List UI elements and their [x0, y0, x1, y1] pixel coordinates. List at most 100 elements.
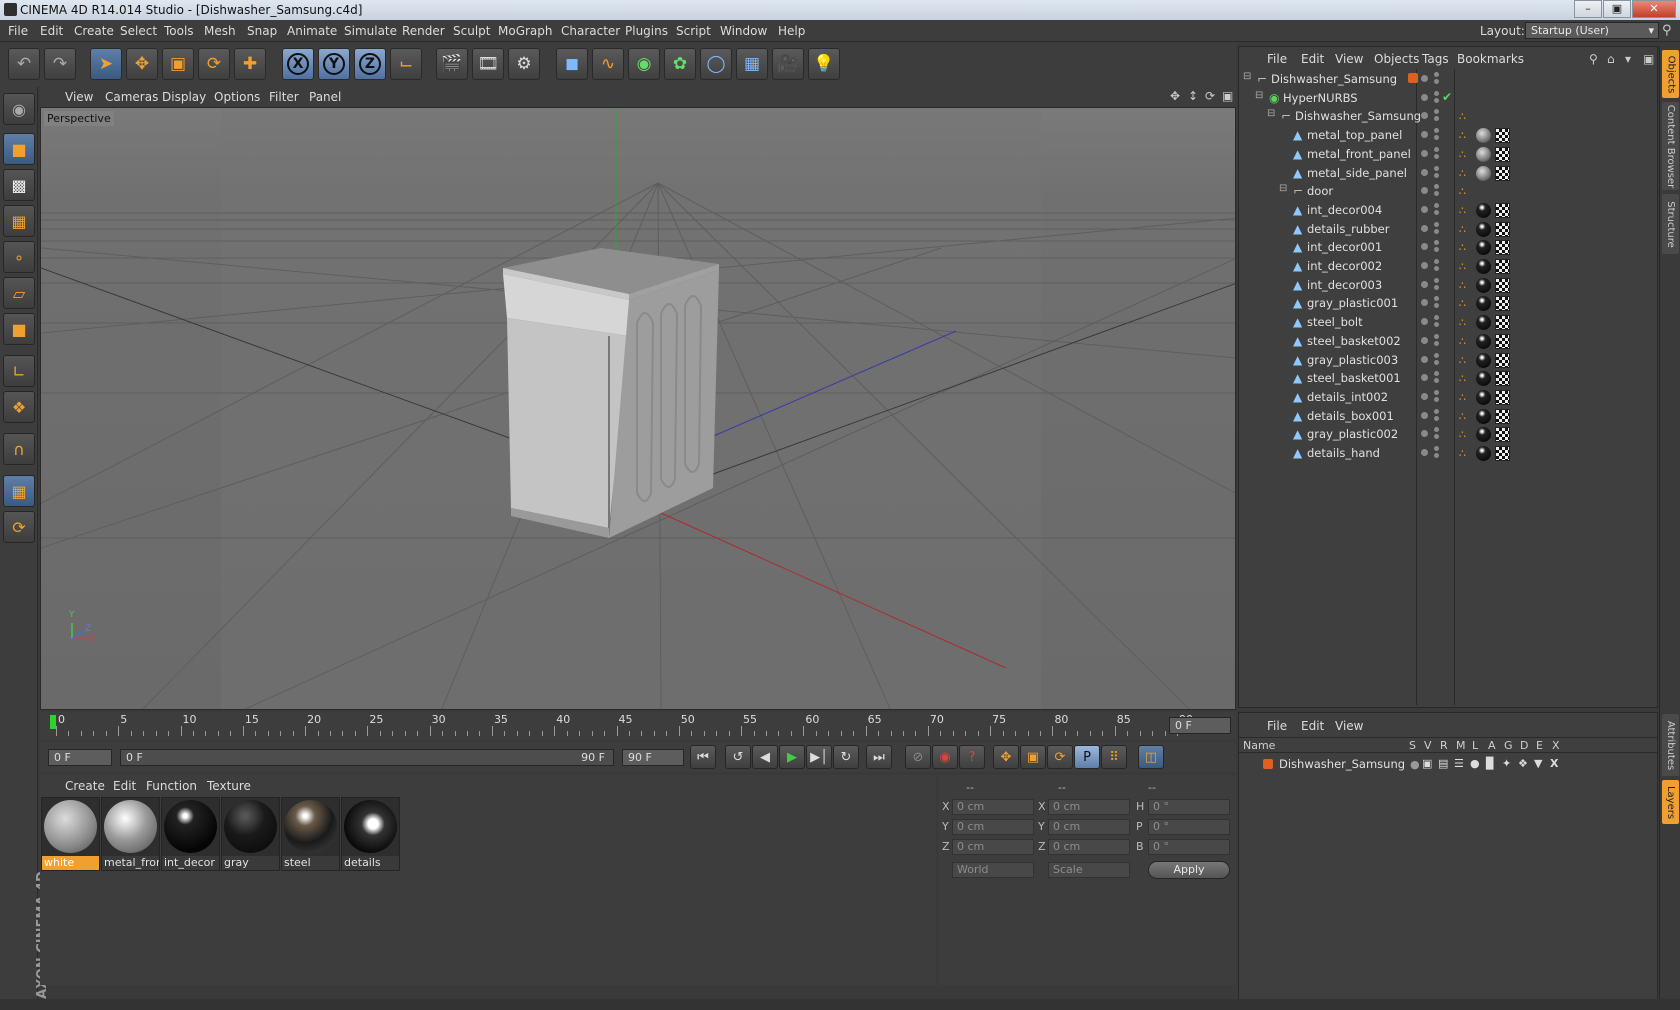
uvw-tag-icon[interactable]	[1495, 128, 1510, 144]
menu-window[interactable]: Window	[720, 24, 767, 38]
coord-pos-z-field[interactable]: 0 cm	[952, 839, 1034, 855]
visibility-dot[interactable]	[1434, 146, 1439, 152]
object-row[interactable]: ⊟ ◉ HyperNURBS ✔	[1239, 88, 1657, 108]
live-selection-button[interactable]: ➤	[90, 48, 122, 80]
visibility-dot[interactable]	[1434, 153, 1439, 159]
tab-layers[interactable]: Layers	[1662, 780, 1679, 824]
menu-simulate[interactable]: Simulate	[344, 24, 397, 38]
coord-pos-x-field[interactable]: 0 cm	[952, 799, 1034, 815]
menu-plugins[interactable]: Plugins	[625, 24, 668, 38]
timeline-ruler[interactable]: 051015202530354045505560657075808590 0 F	[40, 712, 1236, 739]
texture-tag-icon[interactable]	[1476, 446, 1491, 461]
object-row[interactable]: ▲ int_decor002 ∴	[1239, 256, 1657, 276]
object-row[interactable]: ⊟ ⌐ Dishwasher_Samsung ∴	[1239, 106, 1657, 126]
visibility-dot[interactable]	[1434, 172, 1439, 178]
tweak-mode-button[interactable]: ❖	[3, 391, 35, 423]
phong-tag-icon[interactable]: ∴	[1459, 354, 1466, 367]
visibility-dot[interactable]	[1434, 191, 1439, 197]
phong-tag-icon[interactable]: ∴	[1459, 223, 1466, 236]
material-menu-edit[interactable]: Edit	[113, 779, 136, 793]
light-button[interactable]: 💡	[808, 48, 840, 80]
dishwasher-model[interactable]	[503, 248, 719, 538]
menu-file[interactable]: File	[8, 24, 28, 38]
visibility-dot[interactable]	[1421, 93, 1428, 101]
phong-tag-icon[interactable]: ∴	[1459, 241, 1466, 254]
menu-edit[interactable]: Edit	[40, 24, 63, 38]
minimize-button[interactable]: –	[1574, 0, 1602, 18]
visibility-dot[interactable]	[1421, 374, 1428, 382]
visibility-dot[interactable]	[1434, 202, 1439, 208]
texture-tag-icon[interactable]	[1476, 128, 1491, 144]
visibility-dot[interactable]	[1421, 243, 1428, 251]
close-button[interactable]: ✕	[1632, 0, 1676, 18]
layer-color-tag[interactable]	[1408, 73, 1418, 83]
visibility-dot[interactable]	[1434, 72, 1439, 77]
layer-visible-icon[interactable]: ▣	[1422, 757, 1432, 770]
expand-icon[interactable]: ⊟	[1255, 90, 1263, 101]
goto-end-button[interactable]: ⏭	[866, 745, 892, 769]
search-icon[interactable]: ⚲	[1589, 52, 1598, 66]
coord-mode-scale-select[interactable]: Scale	[1048, 862, 1130, 878]
visibility-dot[interactable]	[1434, 284, 1439, 290]
array-button[interactable]: ✿	[664, 48, 696, 80]
uvw-tag-icon[interactable]	[1495, 296, 1510, 312]
goto-start-button[interactable]: ⏮	[690, 745, 716, 769]
coord-rot-b-field[interactable]: 0 °	[1148, 839, 1230, 855]
object-row[interactable]: ▲ int_decor001 ∴	[1239, 237, 1657, 257]
phong-tag-icon[interactable]: ∴	[1459, 148, 1466, 161]
object-row[interactable]: ▲ steel_basket002 ∴	[1239, 331, 1657, 351]
object-row[interactable]: ▲ steel_basket001 ∴	[1239, 368, 1657, 388]
key-point-level-button[interactable]: ⠿	[1101, 745, 1127, 769]
visibility-dot[interactable]	[1421, 299, 1428, 307]
layer-color-swatch[interactable]	[1263, 759, 1273, 769]
coord-pos-y-field[interactable]: 0 cm	[952, 819, 1034, 835]
visibility-dot[interactable]	[1421, 224, 1428, 232]
model-mode-button[interactable]: ■	[3, 133, 35, 165]
autokey-button[interactable]: ◉	[932, 745, 958, 769]
visibility-dot[interactable]	[1421, 112, 1428, 120]
object-row[interactable]: ▲ details_hand ∴	[1239, 443, 1657, 463]
key-parameter-button[interactable]: P	[1074, 745, 1100, 769]
tab-structure[interactable]: Structure	[1662, 194, 1679, 254]
phong-tag-icon[interactable]: ∴	[1459, 316, 1466, 329]
viewport-menu-panel[interactable]: Panel	[309, 90, 341, 104]
visibility-dot[interactable]	[1421, 149, 1428, 157]
phong-tag-icon[interactable]: ∴	[1459, 335, 1466, 348]
uvw-tag-icon[interactable]	[1495, 371, 1510, 387]
visibility-dot[interactable]	[1434, 296, 1439, 302]
viewport-rotate-icon[interactable]: ⟳	[1205, 89, 1215, 103]
coord-size-z-field[interactable]: 0 cm	[1048, 839, 1130, 855]
viewport-menu-display[interactable]: Display	[162, 90, 206, 104]
visibility-dot[interactable]	[1434, 259, 1439, 264]
visibility-dot[interactable]	[1421, 187, 1428, 195]
uvw-tag-icon[interactable]	[1495, 408, 1510, 424]
layer-render-icon[interactable]: ▤	[1438, 757, 1448, 770]
layer-deformer-icon[interactable]: ❖	[1518, 757, 1528, 770]
layer-row[interactable]: Dishwasher_Samsung ● ▣ ▤ ☰ ● ▉ ✦ ❖ ▼ X	[1239, 755, 1657, 773]
texture-tag-icon[interactable]	[1476, 352, 1491, 368]
object-row[interactable]: ▲ metal_side_panel ∴	[1239, 163, 1657, 183]
viewport-maximize-icon[interactable]: ▣	[1222, 89, 1233, 103]
end-frame-field[interactable]: 90 F	[622, 749, 684, 766]
visibility-dot[interactable]	[1421, 168, 1428, 176]
start-frame-field[interactable]: 0 F	[48, 749, 112, 766]
workplane-lock-button[interactable]: ▦	[3, 475, 35, 507]
layer-animation-icon[interactable]: ▉	[1486, 757, 1494, 770]
visibility-dot[interactable]	[1421, 355, 1428, 363]
visibility-dot[interactable]	[1434, 371, 1439, 377]
phong-tag-icon[interactable]: ∴	[1459, 129, 1466, 142]
visibility-dot[interactable]	[1421, 411, 1428, 419]
menu-sculpt[interactable]: Sculpt	[453, 24, 490, 38]
maximize-button[interactable]: ▣	[1603, 0, 1631, 18]
recent-tool-button[interactable]: ✚	[234, 48, 266, 80]
visibility-dot[interactable]	[1434, 209, 1439, 215]
workplane-mode-button[interactable]: ▦	[3, 205, 35, 237]
object-row[interactable]: ▲ gray_plastic003 ∴	[1239, 350, 1657, 370]
polygons-mode-button[interactable]: ■	[3, 313, 35, 345]
visibility-dot[interactable]	[1434, 184, 1439, 190]
visibility-dot[interactable]	[1434, 352, 1439, 358]
material-menu-texture[interactable]: Texture	[207, 779, 251, 793]
texture-tag-icon[interactable]	[1476, 333, 1491, 349]
phong-tag-icon[interactable]: ∴	[1459, 372, 1466, 385]
object-row[interactable]: ⊟ ⌐ door ∴	[1239, 181, 1657, 201]
